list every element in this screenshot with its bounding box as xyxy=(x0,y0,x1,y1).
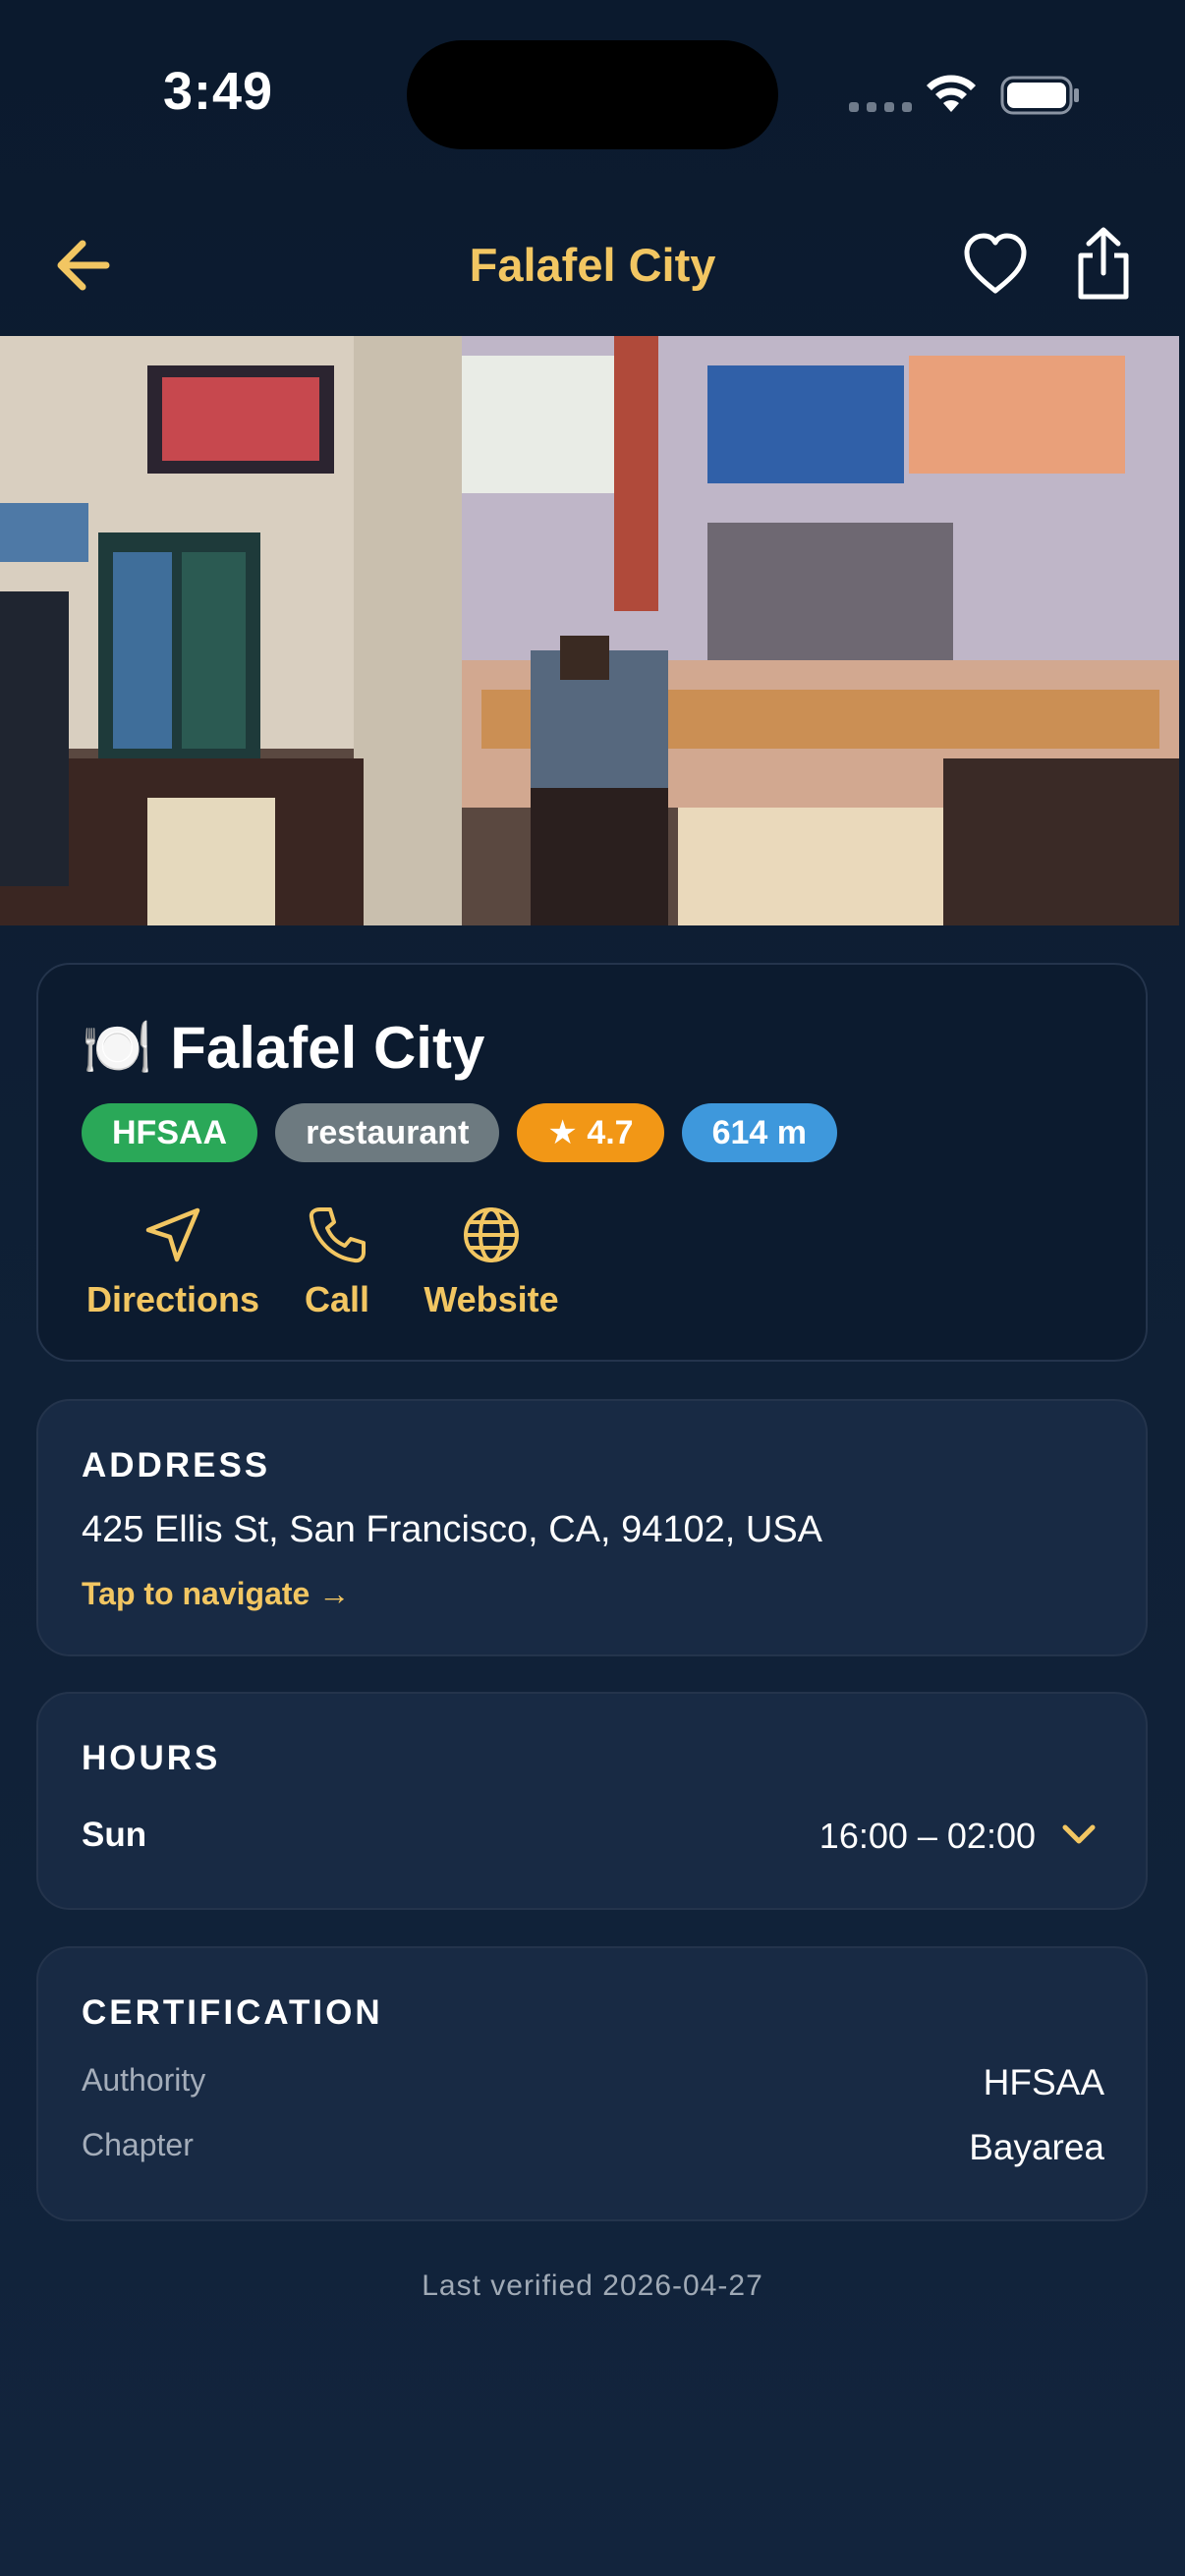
restaurant-photo xyxy=(0,336,1179,925)
distance-badge: 614 m xyxy=(681,1103,837,1162)
rating-badge: ★ 4.7 xyxy=(517,1103,664,1162)
place-heading: 🍽️ Falafel City xyxy=(82,1014,484,1082)
category-badge: restaurant xyxy=(275,1103,500,1162)
heart-icon xyxy=(964,233,1027,294)
call-label: Call xyxy=(304,1279,370,1319)
certification-section-label: CERTIFICATION xyxy=(82,1993,383,2032)
last-verified-text: Last verified 2026-04-27 xyxy=(422,2269,763,2302)
certification-card: CERTIFICATION Authority HFSAA Chapter Ba… xyxy=(36,1946,1148,2221)
website-button[interactable]: Website xyxy=(418,1204,565,1320)
address-text: 425 Ellis St, San Francisco, CA, 94102, … xyxy=(82,1509,823,1550)
place-name: Falafel City xyxy=(170,1015,485,1081)
address-card[interactable]: ADDRESS 425 Ellis St, San Francisco, CA,… xyxy=(36,1399,1148,1656)
navigation-bar: Falafel City xyxy=(0,216,1185,314)
dynamic-island xyxy=(407,40,778,149)
action-row: Directions Call Website xyxy=(85,1204,565,1320)
authority-label: Authority xyxy=(82,2062,206,2098)
plate-cutlery-icon: 🍽️ xyxy=(82,1015,153,1080)
hours-card[interactable]: HOURS Sun 16:00 – 02:00 xyxy=(36,1692,1148,1910)
authority-badge: HFSAA xyxy=(82,1103,258,1162)
hours-section-label: HOURS xyxy=(82,1739,221,1777)
hours-day: Sun xyxy=(82,1816,147,1854)
favorite-button[interactable] xyxy=(961,230,1030,299)
chapter-label: Chapter xyxy=(82,2127,194,2162)
back-button[interactable] xyxy=(49,234,118,297)
place-summary-card: 🍽️ Falafel City HFSAA restaurant ★ 4.7 6… xyxy=(36,963,1148,1362)
share-button[interactable] xyxy=(1069,224,1138,303)
directions-label: Directions xyxy=(85,1279,260,1319)
battery-icon xyxy=(1000,76,1079,115)
back-arrow-icon xyxy=(57,240,110,291)
hours-time: 16:00 – 02:00 xyxy=(818,1816,1036,1856)
chapter-value: Bayarea xyxy=(969,2127,1104,2167)
chevron-down-icon[interactable] xyxy=(1059,1820,1099,1849)
call-button[interactable]: Call xyxy=(278,1204,396,1320)
status-bar: 3:49 xyxy=(0,0,1185,187)
badge-row: HFSAA restaurant ★ 4.7 614 m xyxy=(82,1103,837,1162)
directions-button[interactable]: Directions xyxy=(85,1204,260,1320)
address-section-label: ADDRESS xyxy=(82,1446,271,1484)
globe-icon xyxy=(464,1207,519,1262)
phone-icon xyxy=(309,1207,366,1263)
share-icon xyxy=(1078,227,1129,300)
wifi-icon xyxy=(927,75,976,112)
navigation-arrow-icon xyxy=(145,1207,200,1262)
authority-value: HFSAA xyxy=(983,2062,1104,2102)
cellular-signal-icon xyxy=(849,102,912,112)
website-label: Website xyxy=(423,1279,559,1319)
navigate-link[interactable]: Tap to navigate → xyxy=(82,1576,350,1612)
status-time: 3:49 xyxy=(163,62,274,121)
